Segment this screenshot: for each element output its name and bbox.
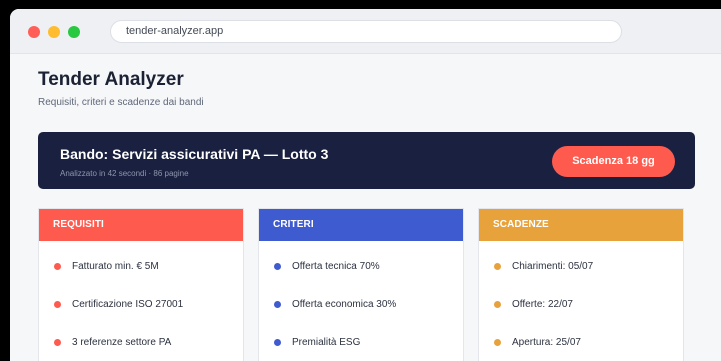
criteria-card: CRITERI Offerta tecnica 70% Offerta econ…: [258, 208, 464, 361]
address-bar[interactable]: tender-analyzer.app: [110, 20, 622, 43]
list-item: Offerte: 22/07: [479, 299, 683, 337]
bullet-icon: [494, 263, 501, 270]
bullet-icon: [54, 263, 61, 270]
bullet-icon: [494, 339, 501, 346]
close-window-button[interactable]: [28, 26, 40, 38]
browser-titlebar: tender-analyzer.app: [10, 9, 721, 54]
maximize-window-button[interactable]: [68, 26, 80, 38]
minimize-window-button[interactable]: [48, 26, 60, 38]
page-title: Tender Analyzer: [38, 69, 184, 90]
list-item-label: 3 referenze settore PA: [72, 337, 172, 348]
list-item: Apertura: 25/07: [479, 337, 683, 361]
list-item-label: Premialità ESG: [292, 337, 361, 348]
analysis-meta: Analizzato in 42 secondi · 86 pagine: [60, 169, 189, 178]
deadlines-header: SCADENZE: [479, 209, 683, 241]
list-item: Offerta economica 30%: [259, 299, 463, 337]
list-item-label: Certificazione ISO 27001: [72, 299, 184, 310]
list-item: Fatturato min. € 5M: [39, 261, 243, 299]
list-item: Chiarimenti: 05/07: [479, 261, 683, 299]
deadlines-list: Chiarimenti: 05/07 Offerte: 22/07 Apertu…: [479, 261, 683, 361]
bullet-icon: [274, 301, 281, 308]
page-subtitle: Requisiti, criteri e scadenze dai bandi: [38, 97, 204, 108]
list-item-label: Fatturato min. € 5M: [72, 261, 159, 272]
requirements-card: REQUISITI Fatturato min. € 5M Certificaz…: [38, 208, 244, 361]
bullet-icon: [494, 301, 501, 308]
bullet-icon: [54, 339, 61, 346]
list-item-label: Apertura: 25/07: [512, 337, 581, 348]
list-item-label: Chiarimenti: 05/07: [512, 261, 594, 272]
list-item: Premialità ESG: [259, 337, 463, 361]
bullet-icon: [274, 339, 281, 346]
deadline-button[interactable]: Scadenza 18 gg: [552, 146, 675, 177]
tender-banner: Bando: Servizi assicurativi PA — Lotto 3…: [38, 132, 695, 189]
requirements-header: REQUISITI: [39, 209, 243, 241]
list-item: 3 referenze settore PA: [39, 337, 243, 361]
bullet-icon: [54, 301, 61, 308]
deadlines-card: SCADENZE Chiarimenti: 05/07 Offerte: 22/…: [478, 208, 684, 361]
requirements-list: Fatturato min. € 5M Certificazione ISO 2…: [39, 261, 243, 361]
list-item-label: Offerte: 22/07: [512, 299, 573, 310]
list-item-label: Offerta economica 30%: [292, 299, 397, 310]
browser-window: tender-analyzer.app Tender Analyzer Requ…: [10, 9, 721, 361]
bullet-icon: [274, 263, 281, 270]
list-item: Offerta tecnica 70%: [259, 261, 463, 299]
criteria-header: CRITERI: [259, 209, 463, 241]
tender-title: Bando: Servizi assicurativi PA — Lotto 3: [60, 146, 329, 162]
list-item-label: Offerta tecnica 70%: [292, 261, 380, 272]
criteria-list: Offerta tecnica 70% Offerta economica 30…: [259, 261, 463, 361]
list-item: Certificazione ISO 27001: [39, 299, 243, 337]
